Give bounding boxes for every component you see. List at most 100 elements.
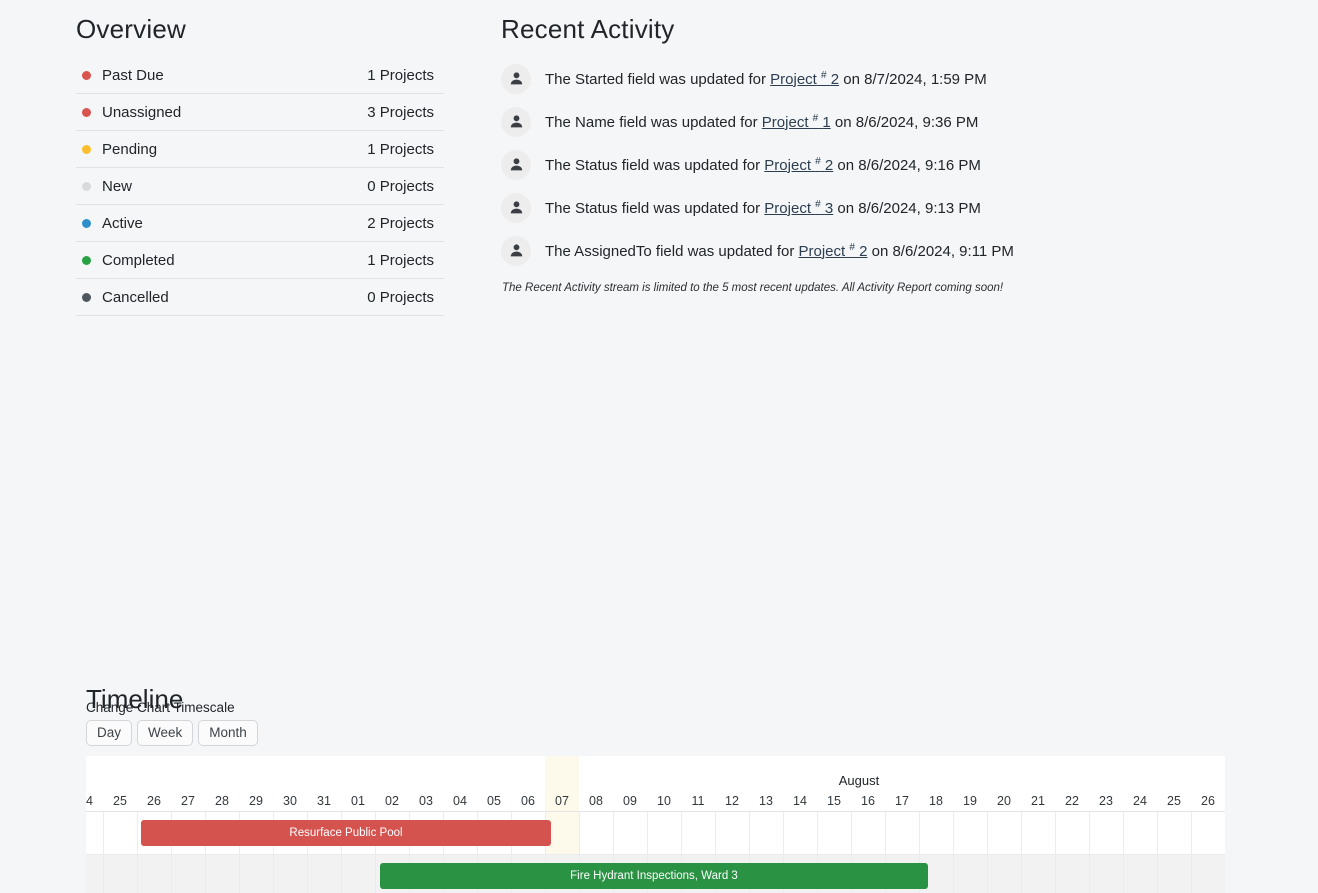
activity-prefix: The Status field was updated for	[545, 199, 765, 217]
user-avatar-icon	[501, 192, 531, 223]
gantt-day-tick: 10	[657, 794, 671, 808]
activity-item: The AssignedTo field was updated for Pro…	[501, 229, 1261, 272]
gantt-header: August 24 25 26 27 28 29 30 31 01 02 03 04 05 06 07 08 09…	[86, 756, 1225, 812]
activity-link-label: Project	[770, 70, 817, 88]
activity-link-label: Project	[761, 113, 809, 131]
user-avatar-icon	[501, 149, 531, 180]
gantt-day-tick: 18	[929, 794, 943, 808]
gantt-day-tick: 19	[963, 794, 977, 808]
activity-link-label: Project	[764, 199, 811, 217]
timescale-label: Change Chart Timescale	[86, 700, 235, 715]
overview-row[interactable]: Cancelled 0 Projects	[76, 279, 444, 316]
activity-project-link[interactable]: Project # 2	[798, 242, 868, 260]
gantt-chart[interactable]: August 24 25 26 27 28 29 30 31 01 02 03 04 05 06 07 08 09…	[86, 756, 1225, 893]
activity-item: The Started field was updated for Projec…	[501, 57, 1261, 100]
gantt-gridline	[953, 812, 954, 893]
gantt-day-tick: 06	[521, 794, 535, 808]
gantt-day-tick: 03	[419, 794, 433, 808]
overview-panel: Overview Past Due 1 Projects Unassigned 3 P…	[76, 14, 444, 316]
gantt-day-tick: 16	[861, 794, 875, 808]
dashboard-top-area: Overview Past Due 1 Projects Unassigned 3 P…	[0, 0, 1318, 320]
overview-row[interactable]: New 0 Projects	[76, 168, 444, 205]
gantt-day-tick: 05	[487, 794, 501, 808]
overview-row[interactable]: Completed 1 Projects	[76, 242, 444, 279]
user-avatar-icon	[501, 235, 531, 266]
activity-link-label: Project	[798, 242, 846, 260]
activity-project-link[interactable]: Project # 1	[761, 112, 831, 131]
gantt-day-tick: 11	[691, 794, 705, 808]
gantt-gridline	[1157, 812, 1158, 893]
status-dot-icon	[82, 181, 91, 191]
activity-project-link[interactable]: Project # 2	[770, 69, 840, 88]
gantt-gridline	[1055, 812, 1056, 893]
hash-symbol: #	[821, 69, 827, 81]
overview-row-label: Past Due	[102, 66, 164, 84]
overview-row-label: Active	[102, 214, 143, 232]
gantt-day-tick: 07	[555, 794, 569, 808]
gantt-day-tick: 30	[283, 794, 297, 808]
overview-row[interactable]: Unassigned 3 Projects	[76, 94, 444, 131]
activity-item: The Status field was updated for Project…	[501, 143, 1261, 186]
overview-row-count: 2 Projects	[367, 214, 434, 232]
gantt-body[interactable]: Resurface Public Pool Fire Hydrant Inspec…	[86, 812, 1225, 893]
overview-row-label: Completed	[102, 251, 175, 269]
activity-project-link[interactable]: Project # 2	[764, 155, 834, 174]
gantt-day-tick: 26	[1201, 794, 1215, 808]
gantt-day-tick: 08	[589, 794, 603, 808]
gantt-bar[interactable]: Resurface Public Pool	[141, 820, 551, 846]
gantt-day-tick: 12	[725, 794, 739, 808]
overview-row[interactable]: Pending 1 Projects	[76, 131, 444, 168]
activity-link-number: 1	[822, 113, 831, 131]
timescale-button-week[interactable]: Week	[137, 720, 194, 746]
gantt-day-tick: 01	[351, 794, 365, 808]
overview-row-count: 1 Projects	[367, 66, 434, 84]
status-dot-icon	[82, 292, 91, 302]
activity-suffix: on 8/6/2024, 9:13 PM	[833, 199, 981, 217]
activity-text: The Status field was updated for Project…	[545, 199, 981, 217]
gantt-day-tick: 23	[1099, 794, 1113, 808]
activity-project-link[interactable]: Project # 3	[764, 198, 834, 217]
recent-activity-panel: Recent Activity The Started field was up…	[501, 14, 1261, 294]
activity-prefix: The Name field was updated for	[545, 113, 762, 131]
gantt-gridline	[1191, 812, 1192, 893]
activity-item: The Status field was updated for Project…	[501, 186, 1261, 229]
activity-link-number: 2	[824, 156, 834, 174]
timescale-button-month[interactable]: Month	[198, 720, 258, 746]
overview-title: Overview	[76, 14, 186, 44]
gantt-day-tick: 17	[895, 794, 909, 808]
overview-row-count: 0 Projects	[367, 288, 434, 306]
activity-text: The AssignedTo field was updated for Pro…	[545, 242, 1014, 260]
hash-symbol: #	[812, 112, 819, 124]
activity-suffix: on 8/6/2024, 9:16 PM	[833, 156, 981, 174]
overview-row[interactable]: Past Due 1 Projects	[76, 57, 444, 94]
activity-item: The Name field was updated for Project #…	[501, 100, 1261, 143]
user-avatar-icon	[501, 63, 531, 94]
overview-row-label: Unassigned	[102, 103, 182, 121]
overview-row-count: 1 Projects	[367, 140, 434, 158]
gantt-bar[interactable]: Fire Hydrant Inspections, Ward 3	[380, 863, 928, 889]
gantt-day-tick: 20	[997, 794, 1011, 808]
status-dot-icon	[82, 107, 91, 117]
gantt-day-tick: 09	[623, 794, 637, 808]
activity-link-number: 3	[824, 199, 834, 217]
activity-link-number: 2	[830, 70, 840, 88]
activity-prefix: The AssignedTo field was updated for	[545, 242, 799, 260]
gantt-day-tick: 02	[385, 794, 399, 808]
activity-prefix: The Status field was updated for	[545, 156, 765, 174]
hash-symbol: #	[815, 155, 821, 167]
gantt-gridline	[1089, 812, 1090, 893]
overview-row-label: Pending	[102, 140, 158, 158]
gantt-day-tick: 24	[86, 794, 93, 808]
hash-symbol: #	[815, 198, 821, 210]
gantt-gridline	[103, 812, 104, 893]
activity-prefix: The Started field was updated for	[545, 70, 771, 88]
gantt-day-tick: 26	[147, 794, 161, 808]
status-dot-icon	[82, 218, 91, 228]
gantt-day-tick: 15	[827, 794, 841, 808]
gantt-day-tick: 25	[1167, 794, 1181, 808]
timescale-button-day[interactable]: Day	[86, 720, 133, 746]
gantt-day-tick: 21	[1031, 794, 1045, 808]
gantt-day-tick: 29	[249, 794, 263, 808]
activity-suffix: on 8/6/2024, 9:36 PM	[830, 113, 979, 131]
overview-row[interactable]: Active 2 Projects	[76, 205, 444, 242]
